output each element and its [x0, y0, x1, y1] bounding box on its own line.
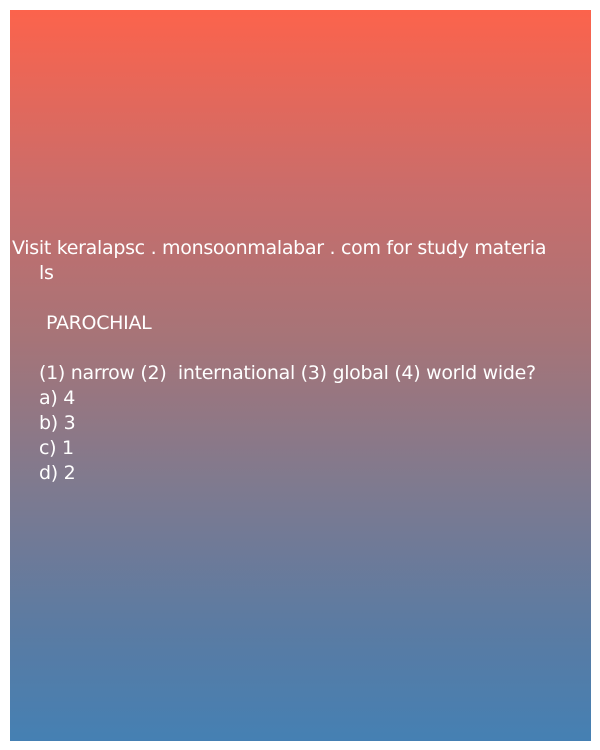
question-card: Visit keralapsc . monsoonmalabar . com f…: [10, 10, 591, 741]
option-d: d) 2: [39, 462, 76, 484]
option-b: b) 3: [39, 412, 76, 434]
question-word: PAROCHIAL: [46, 312, 152, 334]
promo-line-1: Visit keralapsc . monsoonmalabar . com f…: [12, 237, 547, 259]
question-text-block: Visit keralapsc . monsoonmalabar . com f…: [10, 236, 591, 486]
question-prompt: (1) narrow (2) international (3) global …: [39, 362, 536, 384]
option-a: a) 4: [39, 387, 75, 409]
promo-line-2: ls: [39, 262, 54, 284]
option-c: c) 1: [39, 437, 74, 459]
